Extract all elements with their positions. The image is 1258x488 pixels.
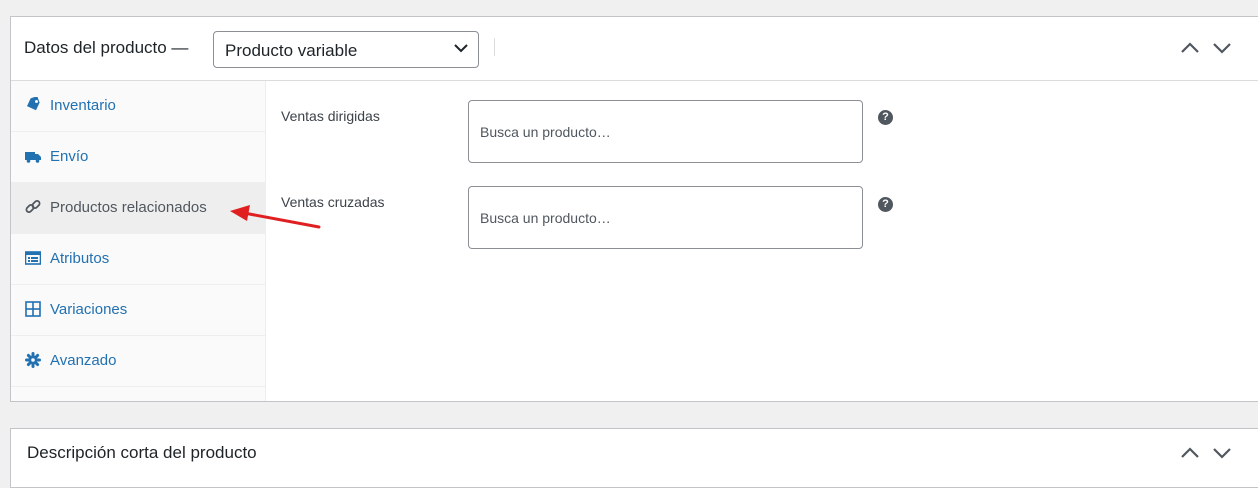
header-divider	[494, 38, 495, 56]
crosssells-search-input[interactable]	[468, 186, 863, 249]
short-description-panel: Descripción corta del producto	[10, 428, 1258, 488]
tab-label: Atributos	[50, 250, 110, 267]
grid-icon	[25, 301, 41, 317]
tab-label: Envío	[50, 148, 89, 165]
chevron-down-icon	[454, 44, 468, 53]
tab-variaciones[interactable]: Variaciones	[11, 285, 265, 336]
tab-label: Variaciones	[50, 301, 128, 318]
short-description-title: Descripción corta del producto	[27, 443, 257, 462]
list-card-icon	[25, 251, 41, 265]
product-data-title: Datos del producto —	[24, 38, 189, 57]
tab-inventario[interactable]: Inventario	[11, 81, 265, 132]
tab-envio[interactable]: Envío	[11, 132, 265, 183]
upsells-search-input[interactable]	[468, 100, 863, 163]
product-type-select[interactable]: Producto variable	[213, 31, 479, 68]
upsells-label: Ventas dirigidas	[281, 108, 380, 124]
tab-productos-relacionados[interactable]: Productos relacionados	[11, 183, 265, 234]
tab-atributos[interactable]: Atributos	[11, 234, 265, 285]
help-icon[interactable]: ?	[878, 110, 893, 125]
truck-icon	[25, 152, 41, 163]
chevron-up-icon[interactable]	[1180, 41, 1200, 55]
gear-icon	[25, 352, 41, 368]
chevron-up-icon[interactable]	[1180, 446, 1200, 460]
product-data-header: Datos del producto — Producto variable	[11, 17, 1258, 81]
product-type-value: Producto variable	[225, 41, 358, 60]
chevron-down-icon[interactable]	[1212, 41, 1232, 55]
product-data-tabs: Inventario Envío Productos relacionados …	[11, 81, 266, 401]
tab-label: Productos relacionados	[50, 199, 207, 216]
annotation-arrow	[230, 205, 321, 229]
tab-label: Avanzado	[50, 352, 117, 369]
help-icon[interactable]: ?	[878, 197, 893, 212]
link-icon	[25, 200, 41, 213]
chevron-down-icon[interactable]	[1212, 446, 1232, 460]
tab-label: Inventario	[50, 97, 116, 114]
tag-icon	[27, 97, 40, 111]
product-data-panel: Datos del producto — Producto variable I…	[10, 16, 1258, 402]
tab-avanzado[interactable]: Avanzado	[11, 336, 265, 387]
